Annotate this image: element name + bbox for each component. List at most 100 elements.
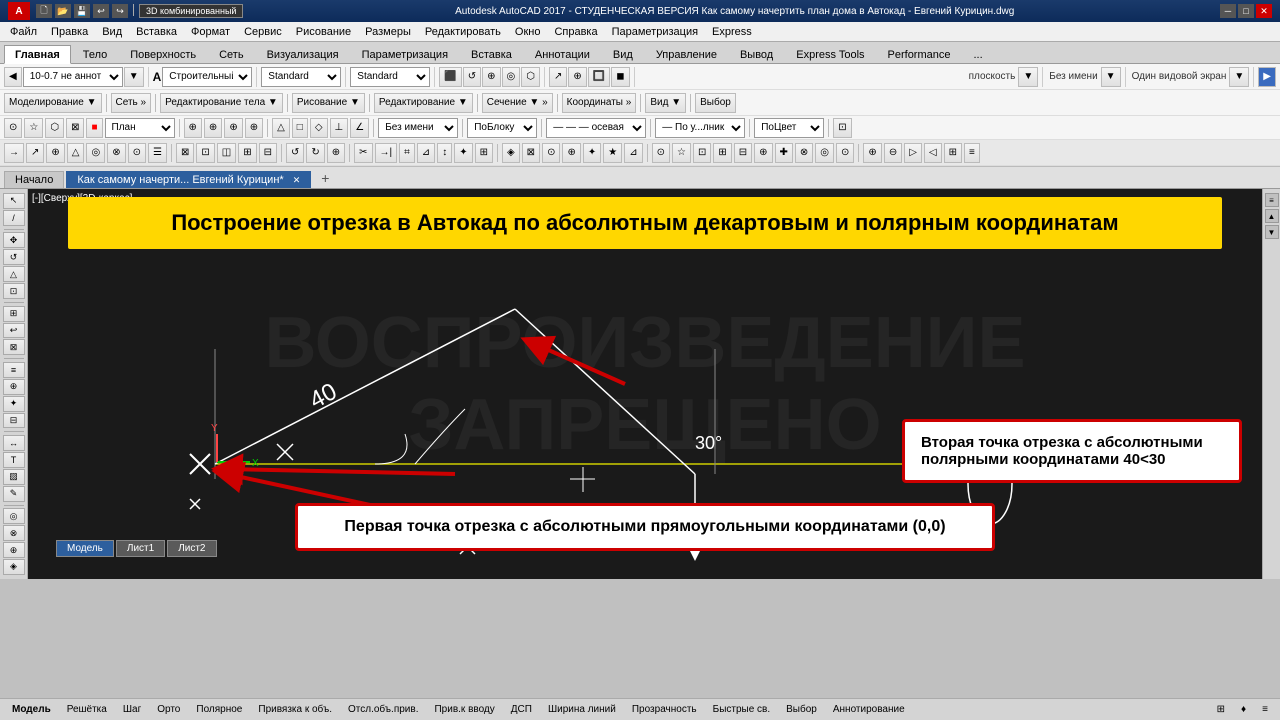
tb3-icon-1[interactable]: ⊙: [4, 118, 22, 138]
tb4-8[interactable]: ☰: [148, 143, 167, 163]
tb4-44[interactable]: ◁: [924, 143, 942, 163]
tb4-31[interactable]: ⊙: [652, 143, 670, 163]
tb4-46[interactable]: ≡: [964, 143, 980, 163]
tb4-13[interactable]: ⊟: [259, 143, 277, 163]
tb4-5[interactable]: ◎: [86, 143, 105, 163]
menu-help[interactable]: Справка: [548, 24, 603, 40]
tb4-24[interactable]: ◈: [502, 143, 520, 163]
rp-btn-1[interactable]: ≡: [1265, 193, 1279, 207]
edit-btn[interactable]: Редактирование ▼: [374, 93, 473, 113]
tb-icon-9[interactable]: ◼: [611, 67, 629, 87]
model-tab-sheet1[interactable]: Лист1: [116, 540, 165, 557]
tb4-3[interactable]: ⊕: [46, 143, 64, 163]
tb4-30[interactable]: ⊿: [624, 143, 642, 163]
lt-hatch[interactable]: ▨: [3, 469, 25, 485]
tb4-21[interactable]: ↕: [437, 143, 452, 163]
tb-bezimeni-dd[interactable]: ▼: [1101, 67, 1121, 87]
tb-icon-7[interactable]: ⊕: [568, 67, 586, 87]
lt-zoom-p[interactable]: ↩: [3, 323, 25, 339]
status-dinput[interactable]: Прив.к вводу: [428, 702, 500, 717]
canvas-area[interactable]: [-][Сверху][2D-каркас] ВОСПРОИЗВЕДЕНИЕ З…: [28, 189, 1262, 579]
coords-btn[interactable]: Координаты »: [562, 93, 637, 113]
linetype-selector[interactable]: — — — осевая: [546, 118, 646, 138]
tb4-33[interactable]: ⊡: [693, 143, 711, 163]
menu-format[interactable]: Формат: [185, 24, 236, 40]
modeling-btn[interactable]: Моделирование ▼: [4, 93, 102, 113]
menu-edit[interactable]: Правка: [45, 24, 94, 40]
style-selector[interactable]: Standard: [261, 67, 341, 87]
tb-save[interactable]: 💾: [74, 4, 90, 18]
tb-undo[interactable]: ↩: [93, 4, 109, 18]
tb4-32[interactable]: ☆: [672, 143, 691, 163]
tb4-15[interactable]: ↻: [306, 143, 324, 163]
lt-layer[interactable]: ⊕: [3, 379, 25, 395]
section-btn[interactable]: Сечение ▼ »: [482, 93, 553, 113]
status-otrack[interactable]: Отсл.объ.прив.: [342, 702, 425, 717]
tab-output[interactable]: Вывод: [729, 45, 784, 63]
tb-open[interactable]: 📂: [55, 4, 71, 18]
tb4-2[interactable]: ↗: [26, 143, 44, 163]
select-btn[interactable]: Выбор: [695, 93, 736, 113]
status-select[interactable]: Выбор: [780, 702, 823, 717]
tb4-9[interactable]: ⊠: [176, 143, 194, 163]
tab-close-icon[interactable]: ✕: [293, 175, 301, 185]
model-tab-model[interactable]: Модель: [56, 540, 114, 557]
menu-service[interactable]: Сервис: [238, 24, 288, 40]
menu-file[interactable]: Файл: [4, 24, 43, 40]
lt-zoom-pan[interactable]: ✥: [3, 232, 25, 248]
tb4-29[interactable]: ★: [603, 143, 622, 163]
pobloku-selector[interactable]: ПоБлоку: [467, 118, 537, 138]
lt-orbit[interactable]: ↺: [3, 249, 25, 265]
tb4-34[interactable]: ⊞: [713, 143, 731, 163]
tb4-36[interactable]: ⊕: [754, 143, 772, 163]
tab-surface[interactable]: Поверхность: [119, 45, 207, 63]
status-dyn[interactable]: ДСП: [505, 702, 538, 717]
status-polar[interactable]: Полярное: [190, 702, 248, 717]
model-tab-sheet2[interactable]: Лист2: [167, 540, 216, 557]
lt-dim[interactable]: ↔: [3, 435, 25, 451]
tab-mesh[interactable]: Сеть: [208, 45, 254, 63]
menu-modify[interactable]: Редактировать: [419, 24, 507, 40]
view2-btn[interactable]: Вид ▼: [645, 93, 686, 113]
tb-new[interactable]: 🗋: [36, 4, 52, 18]
tb-icon-3[interactable]: ⊕: [482, 67, 500, 87]
color-selector[interactable]: ПоЦвет: [754, 118, 824, 138]
tb4-37[interactable]: ✚: [775, 143, 793, 163]
tb3-geo2[interactable]: □: [292, 118, 308, 138]
tab-more[interactable]: ...: [963, 45, 994, 63]
tb4-18[interactable]: →|: [375, 143, 398, 163]
layer-prev[interactable]: ◀: [4, 67, 22, 87]
lt-nav[interactable]: △: [3, 266, 25, 282]
lt-block[interactable]: ⊟: [3, 413, 25, 429]
menu-dimensions[interactable]: Размеры: [359, 24, 417, 40]
tab-kaksam[interactable]: Как самому начерти... Евгений Курицин* ✕: [66, 171, 311, 188]
lineweight-selector[interactable]: — По у...лник: [655, 118, 745, 138]
tab-render[interactable]: Визуализация: [256, 45, 350, 63]
tb4-26[interactable]: ⊙: [542, 143, 560, 163]
tab-insert[interactable]: Вставка: [460, 45, 523, 63]
tab-view[interactable]: Вид: [602, 45, 644, 63]
lt-select[interactable]: ↖: [3, 193, 25, 209]
status-transp[interactable]: Прозрачность: [626, 702, 703, 717]
rp-btn-2[interactable]: ▲: [1265, 209, 1279, 223]
minimize-btn[interactable]: ─: [1220, 4, 1236, 18]
lt-line[interactable]: /: [3, 210, 25, 226]
tb3-last[interactable]: ⊡: [833, 118, 851, 138]
tb4-40[interactable]: ⊙: [836, 143, 854, 163]
layer-selector[interactable]: 10-0.7 не аннот: [23, 67, 123, 87]
layer-color-red[interactable]: ■: [86, 118, 102, 138]
tb3-icon-4[interactable]: ⊠: [66, 118, 84, 138]
menu-view[interactable]: Вид: [96, 24, 128, 40]
tb4-41[interactable]: ⊕: [863, 143, 881, 163]
tb4-27[interactable]: ⊕: [562, 143, 580, 163]
tab-solid[interactable]: Тело: [72, 45, 119, 63]
status-snap[interactable]: Шаг: [117, 702, 147, 717]
status-ortho[interactable]: Орто: [151, 702, 186, 717]
tab-nacalo[interactable]: Начало: [4, 171, 64, 188]
tb3-geo3[interactable]: ◇: [310, 118, 328, 138]
tb-extra[interactable]: ▶: [1258, 67, 1276, 87]
status-annot[interactable]: Аннотирование: [827, 702, 911, 717]
tb4-28[interactable]: ✦: [583, 143, 601, 163]
tb-redo[interactable]: ↪: [112, 4, 128, 18]
tb4-6[interactable]: ⊗: [107, 143, 125, 163]
